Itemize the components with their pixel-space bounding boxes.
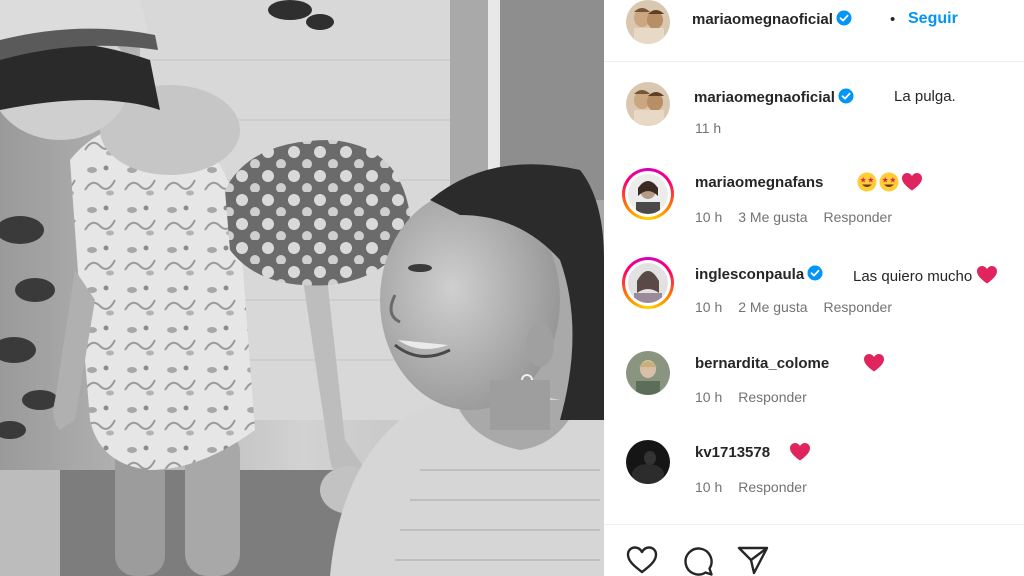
comment-username[interactable]: kv1713578 bbox=[695, 444, 770, 461]
comment-meta: 10 h 3 Me gusta Responder bbox=[695, 209, 908, 225]
verified-badge-icon bbox=[807, 265, 823, 285]
comment-meta: 10 h Responder bbox=[695, 389, 823, 405]
verified-badge-icon bbox=[836, 10, 852, 30]
comment-text bbox=[857, 172, 925, 196]
caption-username[interactable]: mariaomegnaoficial bbox=[694, 88, 854, 108]
comment-text bbox=[789, 442, 813, 466]
story-ring[interactable] bbox=[622, 257, 674, 309]
comment-text-body: Las quiero mucho bbox=[853, 268, 973, 285]
reply-button[interactable]: Responder bbox=[738, 479, 807, 495]
instagram-post-window: mariaomegnaoficial • Seguir mariaomegnao… bbox=[0, 0, 1024, 576]
comment-username[interactable]: mariaomegnafans bbox=[695, 174, 823, 191]
comment-meta: 10 h Responder bbox=[695, 479, 823, 495]
comments-panel: mariaomegnaoficial • Seguir mariaomegnao… bbox=[604, 0, 1024, 576]
comment-avatar[interactable] bbox=[626, 351, 670, 395]
comment-timestamp[interactable]: 10 h bbox=[695, 389, 722, 405]
comment-text bbox=[863, 353, 887, 377]
caption-timestamp[interactable]: 11 h bbox=[695, 120, 721, 136]
star-struck-emoji bbox=[879, 172, 899, 196]
red-heart-emoji bbox=[789, 442, 811, 466]
reply-button[interactable]: Responder bbox=[824, 299, 893, 315]
author-username-text[interactable]: mariaomegnaoficial bbox=[692, 11, 833, 28]
comment-username[interactable]: inglesconpaula bbox=[695, 265, 823, 285]
star-struck-emoji bbox=[857, 172, 877, 196]
comment-avatar[interactable] bbox=[628, 263, 668, 303]
post-header: mariaomegnaoficial • Seguir bbox=[604, 0, 1024, 62]
comment-likes[interactable]: 2 Me gusta bbox=[738, 299, 807, 315]
heart-icon[interactable] bbox=[626, 545, 658, 576]
action-bar bbox=[604, 524, 1024, 576]
comment-username-text[interactable]: inglesconpaula bbox=[695, 266, 804, 283]
caption-avatar[interactable] bbox=[626, 82, 670, 126]
post-photo[interactable] bbox=[0, 0, 604, 576]
reply-button[interactable]: Responder bbox=[738, 389, 807, 405]
caption-meta: 11 h bbox=[695, 120, 737, 136]
post-photo-graphic bbox=[0, 0, 604, 576]
comment-avatar[interactable] bbox=[626, 440, 670, 484]
red-heart-emoji bbox=[901, 172, 923, 196]
comment-username[interactable]: bernardita_colome bbox=[695, 355, 829, 372]
follow-button[interactable]: Seguir bbox=[908, 10, 958, 28]
separator-dot: • bbox=[890, 11, 896, 28]
reply-button[interactable]: Responder bbox=[824, 209, 893, 225]
red-heart-emoji bbox=[863, 353, 885, 377]
story-ring[interactable] bbox=[622, 168, 674, 220]
comment-meta: 10 h 2 Me gusta Responder bbox=[695, 299, 908, 315]
caption-text: La pulga. bbox=[894, 88, 956, 105]
verified-badge-icon bbox=[838, 88, 854, 108]
comment-timestamp[interactable]: 10 h bbox=[695, 209, 722, 225]
comment-avatar[interactable] bbox=[628, 174, 668, 214]
author-avatar[interactable] bbox=[626, 0, 670, 44]
comment-icon[interactable] bbox=[682, 545, 714, 576]
author-username[interactable]: mariaomegnaoficial bbox=[692, 10, 852, 30]
comment-timestamp[interactable]: 10 h bbox=[695, 479, 722, 495]
share-icon[interactable] bbox=[737, 545, 769, 576]
comment-timestamp[interactable]: 10 h bbox=[695, 299, 722, 315]
red-heart-emoji bbox=[976, 265, 998, 289]
comment-text: Las quiero mucho bbox=[853, 265, 1000, 289]
comment-likes[interactable]: 3 Me gusta bbox=[738, 209, 807, 225]
caption-username-text[interactable]: mariaomegnaoficial bbox=[694, 89, 835, 106]
